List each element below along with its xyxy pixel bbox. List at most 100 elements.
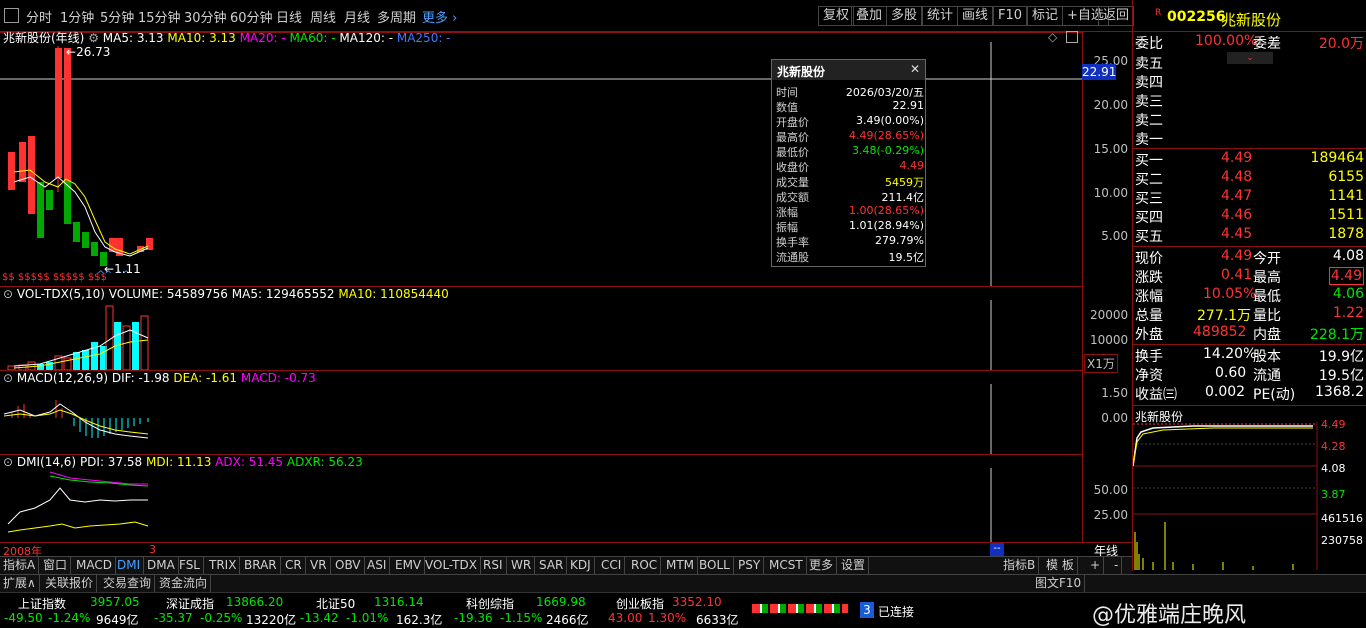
candle [55,48,62,178]
period-day[interactable]: 日线 [276,7,302,26]
index-name[interactable]: 上证指数 [18,595,66,612]
dmi-tick: 25.00 [1093,508,1128,522]
stat-row: 涨跌 0.41 最高 4.49 [1135,267,1364,286]
period-month[interactable]: 月线 [344,7,370,26]
tab-trade-query[interactable]: 交易查询 [100,575,156,593]
zoom-in-button[interactable]: + [1087,557,1105,575]
tooltip-row: 换手率 279.79% [776,234,924,249]
more-label: 更多 [422,11,449,26]
period-multi[interactable]: 多周期 [377,7,416,26]
buy-row: 买四 4.46 1511 [1135,207,1364,226]
tooltip-row: 流通股 19.5亿 [776,251,924,264]
tooltip-row: 成交额 211.4亿 [776,191,924,204]
tooltip-row: 数值 22.91 [776,99,924,114]
tab-fsl[interactable]: FSL [176,557,204,575]
zoom-out-button[interactable]: - [1111,557,1123,575]
macd-negative-bars [73,418,149,438]
pdi-line [7,487,148,525]
tab-related-quotes[interactable]: 关联报价 [42,575,98,593]
tab-settings[interactable]: 设置 [838,557,870,575]
close-icon[interactable]: ✕ [910,62,920,76]
more-periods-button[interactable]: 更多 › [422,7,457,26]
period-fenshi[interactable]: 分时 [26,7,52,26]
candle [8,152,15,190]
buy-row: 买二 4.48 6155 [1135,169,1364,188]
tab-mcst[interactable]: MCST [766,557,807,575]
tab-cci[interactable]: CCI [598,557,626,575]
tab-indicator-a[interactable]: 指标A [0,557,40,575]
index-pct: -0.25% [200,611,243,625]
tooltip-header: 兆新股份 ✕ [772,60,925,80]
tooltip-row: 收盘价 4.49 [776,159,924,174]
multi-stock-button[interactable]: 多股 [886,6,923,26]
tab-roc[interactable]: ROC [628,557,662,575]
period-1min[interactable]: 1分钟 [60,7,94,26]
mark-button[interactable]: 标记 [1027,6,1064,26]
tab-cr[interactable]: CR [282,557,306,575]
f10-button[interactable]: F10 [993,6,1028,26]
dmi-chart-svg [7,468,992,542]
index-name[interactable]: 科创综指 [466,595,514,612]
draw-line-button[interactable]: 画线 [957,6,994,26]
tab-rsi[interactable]: RSI [480,557,507,575]
tab-obv[interactable]: OBV [332,557,365,575]
indicator-tabs: 指标A 窗口 MACD DMI DMA FSL TRIX BRAR CR VR … [0,556,1132,575]
tab-wr[interactable]: WR [508,557,536,575]
tab-vol-tdx[interactable]: VOL-TDX [422,557,481,575]
index-value: 1669.98 [536,595,586,609]
sell-row: 卖五 [1135,56,1163,72]
tab-fund-flow[interactable]: 资金流向 [156,575,212,593]
tab-more[interactable]: 更多 [806,557,838,575]
weibi-row: 委比 100.00% 委差 20.0万 [1135,33,1364,52]
tab-boll[interactable]: BOLL [696,557,734,575]
stats-button[interactable]: 统计 [922,6,959,26]
index-name[interactable]: 深证成指 [166,595,214,612]
tab-expand[interactable]: 扩展∧ [0,575,40,593]
dif-line [3,403,149,439]
index-change: 43.00 [608,611,643,625]
period-60min[interactable]: 60分钟 [230,7,273,26]
candle [37,182,44,238]
connection-badge: 3 [860,602,874,618]
stat-row: 收益㈢ 0.002 PE(动) 1368.2 [1135,384,1364,403]
tab-macd[interactable]: MACD [73,557,116,575]
period-30min[interactable]: 30分钟 [184,7,227,26]
price-tick: 10.00 [1093,186,1128,200]
candle [28,136,35,214]
tab-vr[interactable]: VR [307,557,331,575]
tab-mtm[interactable]: MTM [663,557,699,575]
tab-sar[interactable]: SAR [536,557,568,575]
tab-indicator-b[interactable]: 指标B [1000,557,1040,575]
tab-dmi[interactable]: DMI [114,557,145,575]
dmi-tick: 50.00 [1093,483,1128,497]
menu-icon[interactable] [4,8,19,23]
tab-psy[interactable]: PSY [735,557,765,575]
index-name[interactable]: 创业板指 [616,595,664,612]
tab-template[interactable]: 模 板 [1043,557,1078,575]
macd-tick: 1.50 [1101,386,1128,400]
mini-price-tick: 4.28 [1321,440,1346,453]
index-amount: 2466亿 [546,613,589,627]
tab-emv[interactable]: EMV [392,557,426,575]
overlay-button[interactable]: 叠加 [851,6,888,26]
tab-kdj[interactable]: KDJ [567,557,595,575]
period-week[interactable]: 周线 [310,7,336,26]
dmi-axis [1082,454,1132,542]
tab-trix[interactable]: TRIX [206,557,241,575]
index-name[interactable]: 北证50 [316,595,355,612]
r-badge: R [1155,8,1162,18]
tab-asi[interactable]: ASI [364,557,391,575]
tab-window[interactable]: 窗口 [40,557,72,575]
tab-f10-graphic[interactable]: 图文F10 [1032,575,1086,593]
tab-dma[interactable]: DMA [144,557,179,575]
tab-brar[interactable]: BRAR [241,557,281,575]
index-change: -49.50 [4,611,43,625]
connection-status[interactable]: 已连接 [878,603,914,620]
period-5min[interactable]: 5分钟 [100,7,134,26]
index-amount: 6633亿 [696,613,739,627]
fuquan-button[interactable]: 复权 [818,6,855,26]
index-value: 1316.14 [374,595,424,609]
back-button[interactable]: 返回 [1098,6,1135,26]
tooltip-row: 开盘价 3.49(0.00%) [776,114,924,129]
period-15min[interactable]: 15分钟 [138,7,181,26]
